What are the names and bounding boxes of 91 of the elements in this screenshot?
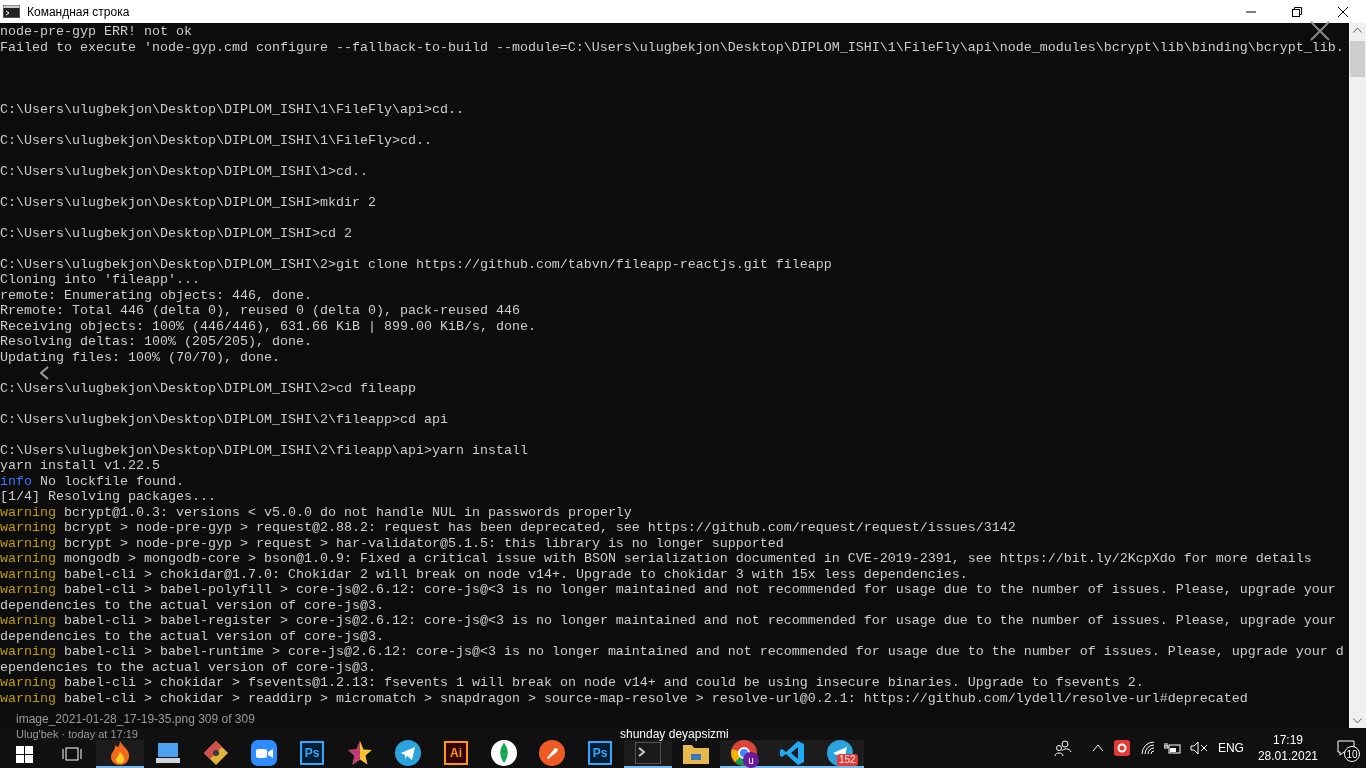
warning-tag: warning: [0, 613, 56, 628]
star-icon: [347, 740, 373, 766]
notifications-button[interactable]: 10: [1326, 728, 1366, 768]
terminal-line: babel-cli > chokidar > fsevents@1.2.13: fsevents 1 will break on node v14+ and could be using insecure binaries. Upgrade to fsevents 2.: [64, 675, 1144, 690]
terminal-line: C:\Users\ulugbekjon\Desktop\DIPLOM_ISHI\2>git clone https://github.com/tabvn/fileapp-reactjs.git fileapp: [0, 256, 832, 272]
terminal-line: C:\Users\ulugbekjon\Desktop\DIPLOM_ISHI\2\fileapp\api>yarn install: [0, 442, 528, 458]
terminal-line: C:\Users\ulugbekjon\Desktop\DIPLOM_ISHI\2\fileapp>cd api: [0, 411, 448, 427]
terminal-line: babel-cli > chokidar > readdirp > micromatch > snapdragon > source-map-resolve > resolve-url@0.2.1: https://github.com/lydell/resolve-url#deprecated: [64, 690, 1248, 706]
terminal-line: babel-cli > babel-runtime > core-js@2.6.12: core-js@<3 is no longer maintained and not recommended for usage due to the number of issues. Please, upgrade your d: [64, 644, 1344, 659]
taskbar-app-button[interactable]: Ps: [288, 740, 336, 768]
diamond-icon: [203, 740, 229, 766]
image-file-caption: image_2021-01-28_17-19-35.png 309 of 309: [16, 713, 255, 726]
illustrator-app-icon: Ai: [444, 741, 468, 765]
leaf-icon: [491, 740, 517, 766]
people-icon[interactable]: [1053, 739, 1072, 757]
notification-count: 10: [1344, 746, 1360, 762]
clock-date[interactable]: 28.01.2021: [1257, 748, 1318, 764]
taskbar-app-button[interactable]: [96, 740, 144, 768]
terminal-line: node-pre-gyp ERR! not ok: [0, 24, 192, 40]
terminal-line: Failed to execute 'node-gyp.cmd configure --fallback-to-build --module=C:\Users\ulugbekjon\Desktop\DIPLOM_ISHI\1\FileFly\api\node_modules\bcrypt\lib\binding\bcrypt_lib.: [0, 39, 1344, 55]
scroll-down-icon[interactable]: [1353, 718, 1362, 724]
terminal-line: Cloning into 'fileapp'...: [0, 272, 200, 288]
close-icon: [1338, 6, 1348, 17]
muted-speaker-icon[interactable]: [1189, 741, 1208, 755]
unread-count-badge: 152: [837, 754, 858, 766]
restore-icon: [1292, 6, 1302, 17]
battery-icon[interactable]: [1163, 741, 1182, 755]
terminal-line: bcrypt@1.0.3: versions < v5.0.0 do not handle NUL in passwords properly: [64, 504, 632, 520]
photoshop-app-icon: Ps: [588, 741, 612, 765]
terminal-line: Resolving deltas: 100% (205/205), done.: [0, 334, 312, 350]
folder-icon: [683, 742, 709, 764]
video-camera-icon: [251, 740, 277, 766]
terminal-line: C:\Users\ulugbekjon\Desktop\DIPLOM_ISHI\2>cd fileapp: [0, 380, 416, 396]
terminal-line: Rremote: Total 446 (delta 0), reused 0 (delta 0), pack-reused 446: [0, 303, 520, 319]
image-author-caption: Ulug'bek · today at 17:19: [16, 729, 138, 740]
computer-icon: [155, 741, 181, 765]
terminal-line: babel-cli > babel-register > core-js@2.6.12: core-js@<3 is no longer maintained and not recommended for usage due to the number of issues. Please, upgrade your: [64, 613, 1336, 628]
code-editor-icon: [779, 740, 805, 766]
terminal-line: babel-cli > babel-polyfill > core-js@2.6.12: core-js@<3 is no longer maintained and not recommended for usage due to the number of issues. Please, upgrade your: [64, 582, 1336, 597]
terminal-line: C:\Users\ulugbekjon\Desktop\DIPLOM_ISHI>cd 2: [0, 225, 352, 241]
warning-tag: warning: [0, 504, 56, 520]
terminal-line: C:\Users\ulugbekjon\Desktop\DIPLOM_ISHI\1>cd..: [0, 163, 368, 179]
wifi-icon[interactable]: [1139, 741, 1156, 755]
scroll-up-icon[interactable]: [1353, 27, 1362, 33]
warning-tag: warning: [0, 675, 56, 690]
taskbar-app-button[interactable]: 152: [816, 740, 864, 768]
paper-plane-icon: [395, 740, 421, 766]
terminal-line: C:\Users\ulugbekjon\Desktop\DIPLOM_ISHI>mkdir 2: [0, 194, 376, 210]
warning-tag: warning: [0, 551, 56, 566]
caret-icon[interactable]: [1091, 744, 1104, 752]
taskbar-app-button[interactable]: Ps: [576, 740, 624, 768]
terminal-line: [1/4] Resolving packages...: [0, 489, 216, 505]
terminal-line: Updating files: 100% (70/70), done.: [0, 349, 280, 365]
terminal-line: babel-cli > chokidar@1.7.0: Chokidar 2 will break on node v14+. Upgrade to chokidar 3 with 15x less dependencies.: [64, 566, 968, 582]
warning-tag: warning: [0, 535, 56, 551]
terminal-line: bcrypt > node-pre-gyp > request@2.88.2: request has been deprecated, see https://github.com/request/request/issues/3142: [64, 520, 1016, 535]
close-viewer-icon[interactable]: [1310, 21, 1330, 41]
info-tag: info: [0, 473, 32, 489]
warning-tag: warning: [0, 520, 56, 535]
windows-logo-icon: [15, 745, 33, 763]
language-indicator[interactable]: ENG: [1217, 739, 1244, 757]
clock-time[interactable]: 17:19: [1272, 732, 1303, 748]
photoshop-app-icon: Ps: [300, 741, 324, 765]
console-icon: [3, 5, 20, 18]
previous-image-icon[interactable]: [40, 366, 49, 380]
warning-tag: warning: [0, 582, 56, 597]
terminal-line: Receiving objects: 100% (446/446), 631.66 KiB | 899.00 KiB/s, done.: [0, 318, 536, 334]
warning-tag: warning: [0, 566, 56, 582]
taskbar-app-button[interactable]: [624, 740, 672, 768]
tooltip-text: shunday deyapsizmi: [620, 729, 729, 740]
terminal-line: C:\Users\ulugbekjon\Desktop\DIPLOM_ISHI\1\FileFly\api>cd..: [0, 101, 464, 117]
terminal-line: dependencies to the actual version of core-js@3.: [0, 597, 384, 613]
terminal-line: bcrypt > node-pre-gyp > request > har-validator@5.1.5: this library is no longer supported: [64, 535, 784, 551]
terminal-line: yarn install v1.22.5: [0, 458, 160, 474]
taskbar-app-button[interactable]: u: [720, 740, 768, 768]
terminal-line: remote: Enumerating objects: 446, done.: [0, 287, 312, 303]
terminal-line: ependencies to the actual version of core-js@3.: [0, 659, 376, 675]
flame-icon: [109, 740, 131, 766]
scroll-thumb[interactable]: [1350, 41, 1365, 77]
terminal-line: dependencies to the actual version of core-js@3.: [0, 628, 384, 644]
terminal-line: C:\Users\ulugbekjon\Desktop\DIPLOM_ISHI\1\FileFly>cd..: [0, 132, 432, 148]
terminal-line: No lockfile found.: [40, 473, 184, 489]
task-view-icon: [62, 746, 82, 762]
taskbar-app-button[interactable]: Ai: [432, 740, 480, 768]
profile-badge: u: [743, 752, 759, 768]
terminal-icon: [635, 742, 661, 764]
warning-tag: warning: [0, 644, 56, 659]
warning-tag: warning: [0, 690, 56, 706]
window-title: Командная строка: [27, 3, 130, 21]
terminal-line: mongodb > mongodb-core > bson@1.0.9: Fixed a critical issue with BSON serialization documented in CVE-2019-2391, see https://bit.ly/2KcpXdo for more details: [64, 551, 1312, 566]
record-icon[interactable]: [1113, 740, 1130, 756]
